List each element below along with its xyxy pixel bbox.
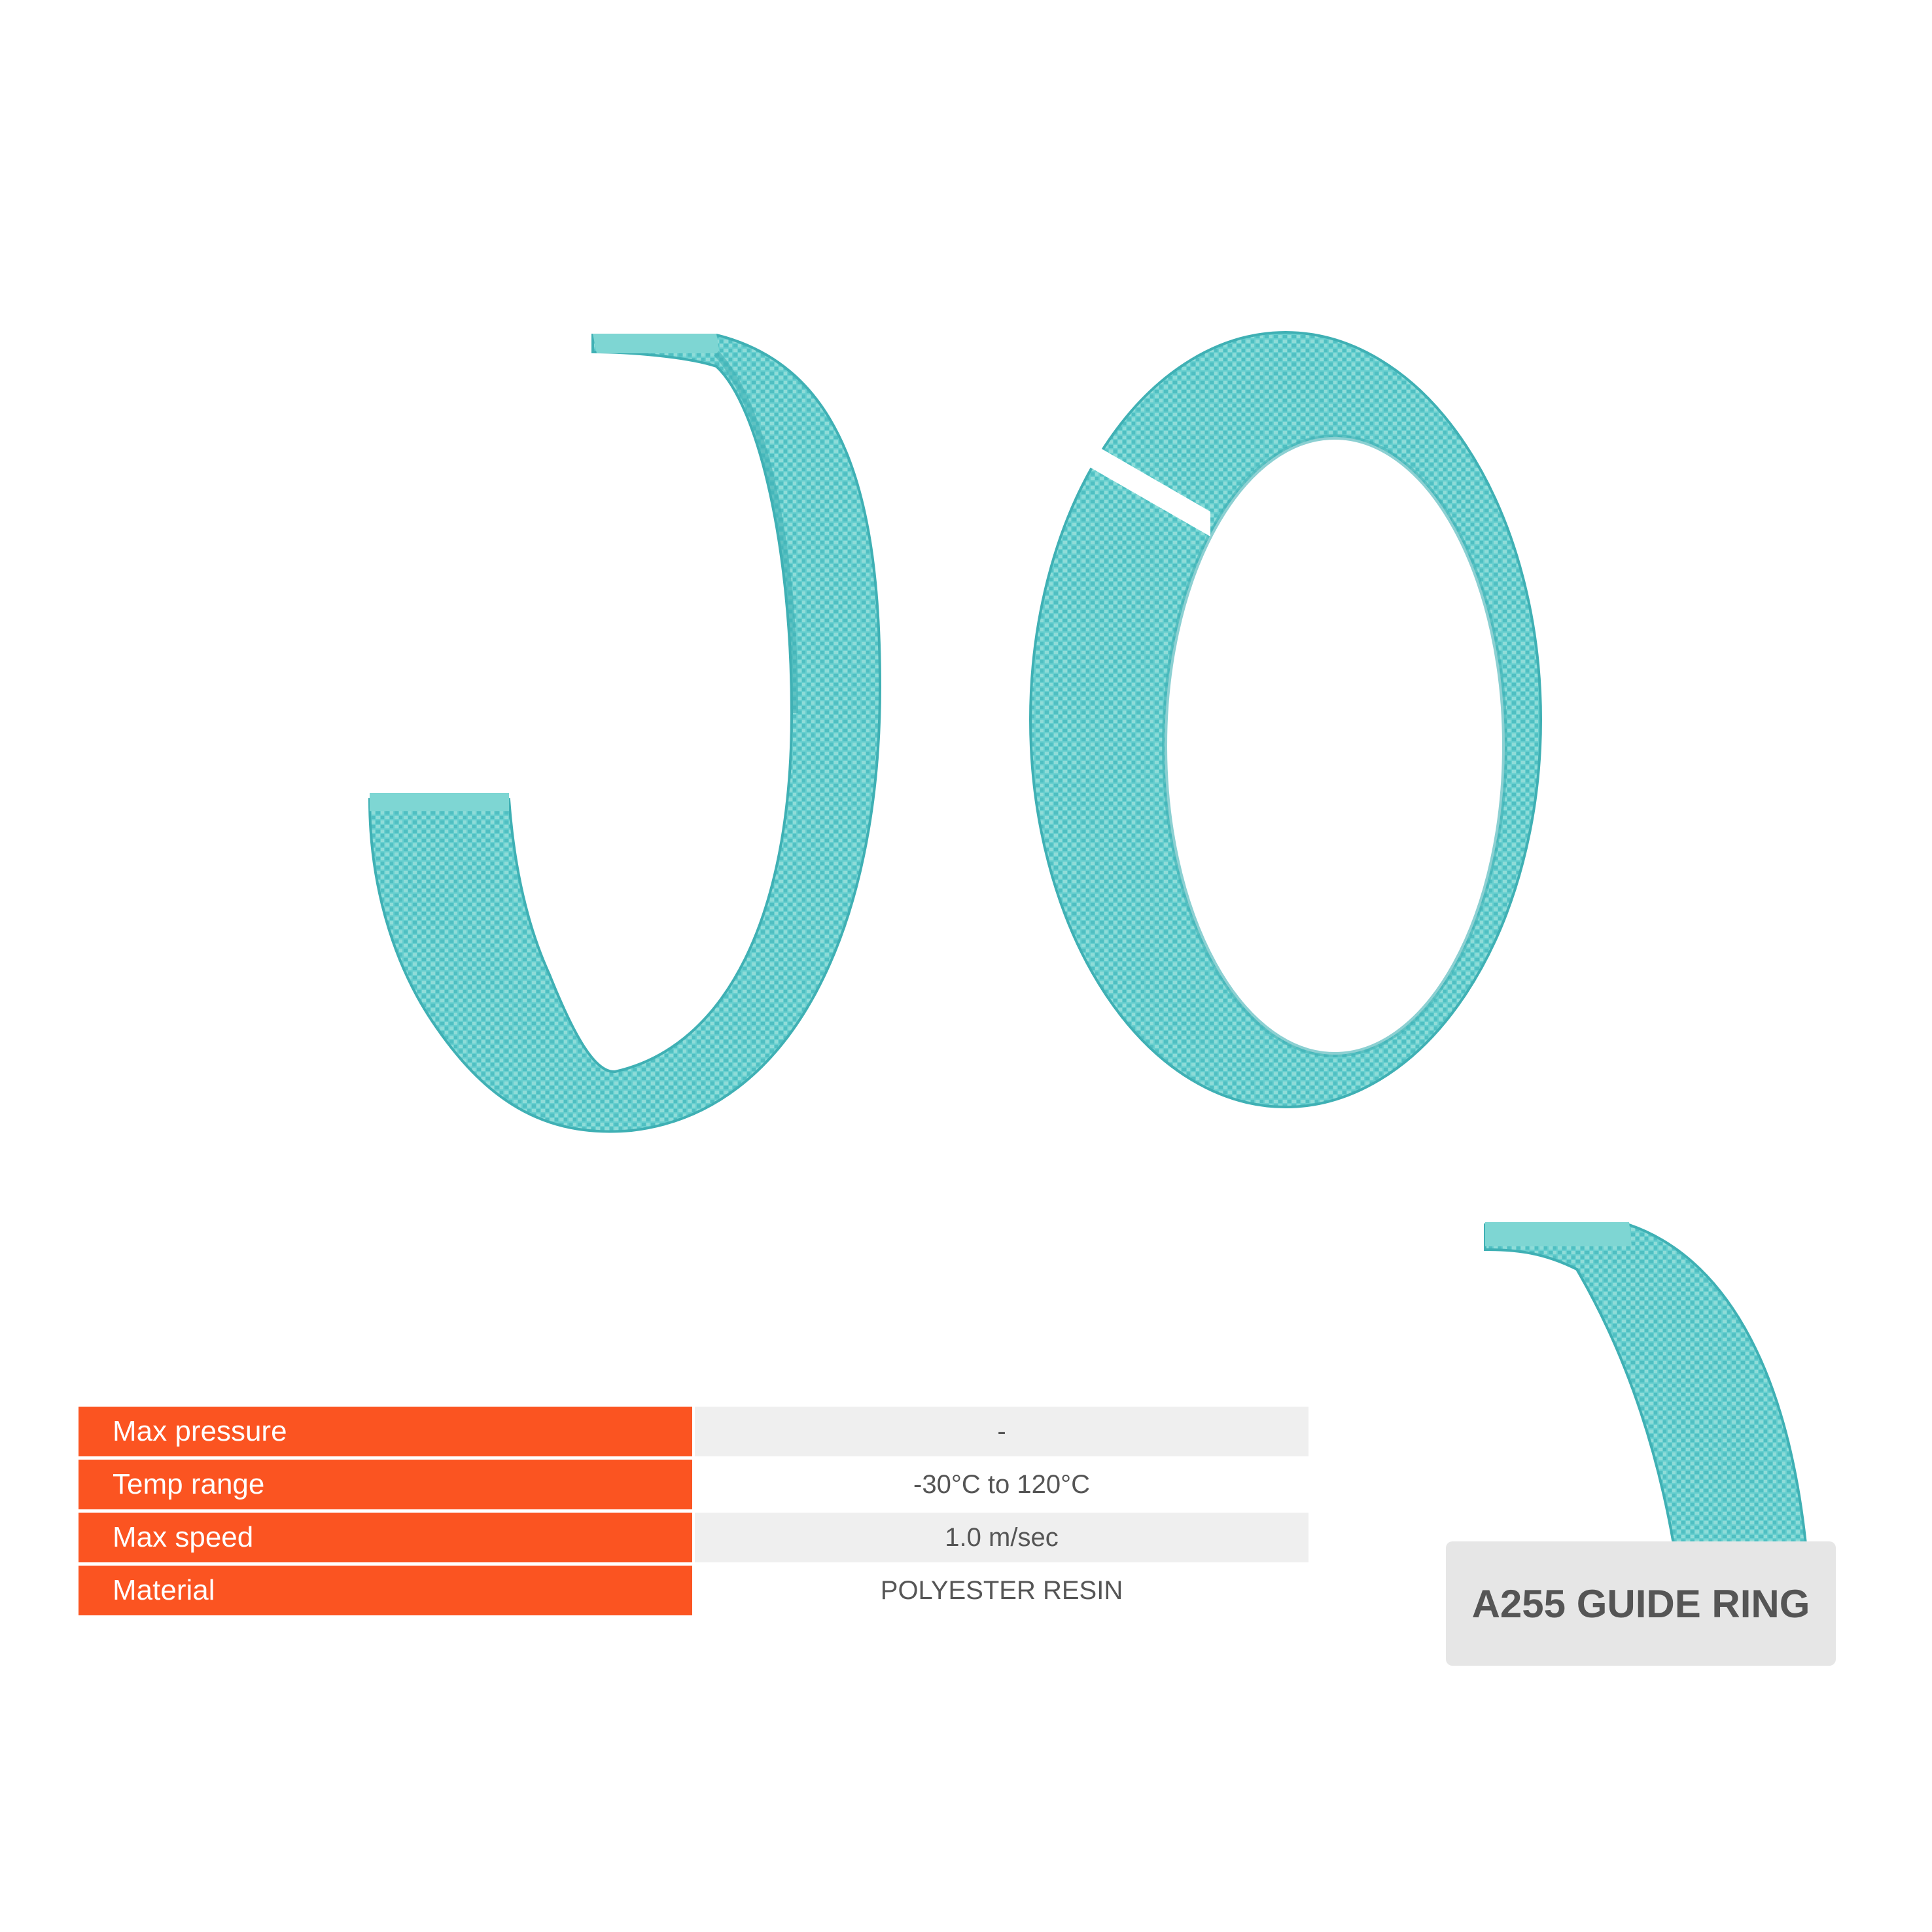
product-name-badge: A255 GUIDE RING (1446, 1541, 1836, 1666)
open-ring-top-edge (593, 334, 720, 353)
closed-guide-ring-image (1029, 331, 1542, 1108)
product-name: A255 GUIDE RING (1471, 1581, 1810, 1626)
spec-label: Material (79, 1566, 692, 1615)
ring-detail-image (1484, 1222, 1807, 1541)
spec-row-max-pressure: Max pressure - (79, 1407, 1308, 1456)
spec-value: -30°C to 120°C (913, 1470, 1090, 1499)
open-ring-bottom-edge (370, 793, 509, 811)
specs-table: Max pressure - Temp range -30°C to 120°C… (79, 1407, 1308, 1619)
open-guide-ring-image (368, 334, 882, 1133)
spec-row-temp-range: Temp range -30°C to 120°C (79, 1460, 1308, 1509)
spec-label: Max pressure (79, 1407, 692, 1456)
detail-ring-band (1484, 1223, 1807, 1541)
spec-value: - (695, 1407, 1308, 1456)
spec-row-material: Material POLYESTER RESIN (79, 1566, 1308, 1615)
spec-label: Max speed (79, 1513, 692, 1562)
open-ring-band (368, 334, 882, 1133)
spec-row-max-speed: Max speed 1.0 m/sec (79, 1513, 1308, 1562)
spec-value: POLYESTER RESIN (880, 1576, 1123, 1605)
detail-ring-top-edge (1485, 1222, 1632, 1246)
spec-label: Temp range (79, 1460, 692, 1509)
spec-value: 1.0 m/sec (695, 1513, 1308, 1562)
